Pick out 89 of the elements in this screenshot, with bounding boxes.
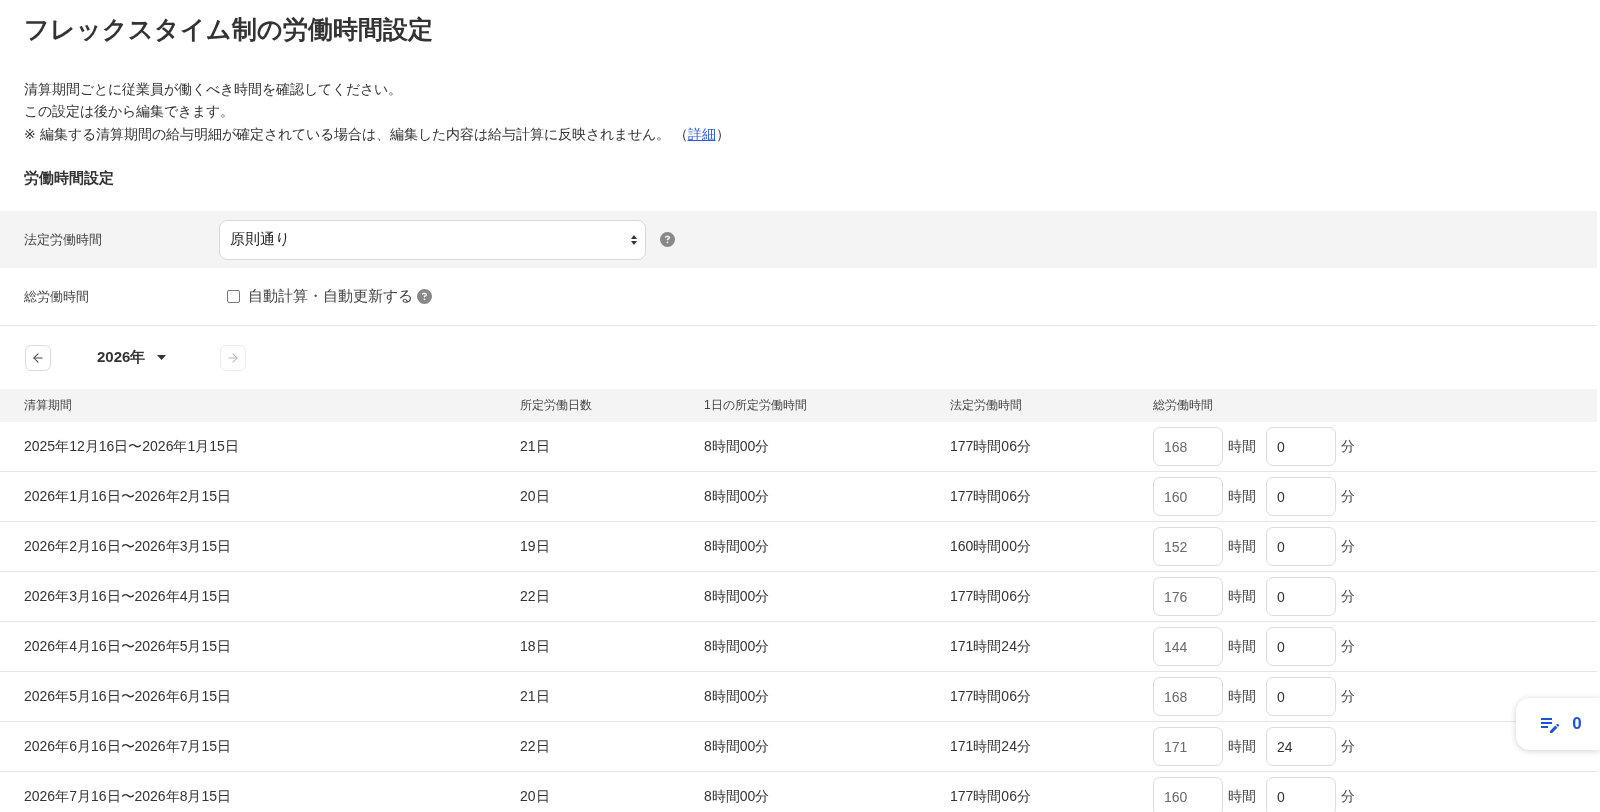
table-cell-text: 8時間00分 — [704, 537, 771, 556]
up-down-caret-icon — [631, 234, 637, 245]
table-cell-text: 2026年1月16日〜2026年2月15日 — [24, 487, 232, 506]
unit-label: 時間 — [1228, 437, 1256, 456]
column-header: 総労働時間 — [1153, 397, 1214, 414]
previous-year-button[interactable] — [25, 344, 51, 371]
table-cell-text: 171時間24分 — [950, 637, 1032, 656]
unit-label: 時間 — [1228, 537, 1256, 556]
table-cell-text: 2026年7月16日〜2026年8月15日 — [24, 787, 232, 806]
minutes-input[interactable]: 0 — [1266, 427, 1336, 466]
unit-label: 分 — [1341, 587, 1355, 606]
unit-label: 時間 — [1228, 487, 1256, 506]
minutes-input[interactable]: 0 — [1266, 477, 1336, 516]
table-cell-text: 2026年6月16日〜2026年7月15日 — [24, 737, 232, 756]
table-cell-text: 177時間06分 — [950, 787, 1032, 806]
help-icon[interactable] — [660, 232, 675, 247]
year-dropdown[interactable]: 2026年 — [95, 348, 169, 367]
minutes-input[interactable]: 24 — [1266, 727, 1336, 766]
column-header: 1日の所定労働時間 — [704, 397, 808, 414]
table-cell-text: 2026年5月16日〜2026年6月15日 — [24, 687, 232, 706]
unit-label: 分 — [1341, 687, 1355, 706]
section-heading: 労働時間設定 — [24, 168, 115, 188]
setting-label: 法定労働時間 — [24, 230, 103, 249]
hours-input[interactable]: 168 — [1153, 677, 1223, 716]
description-text: 清算期間ごとに従業員が働くべき時間を確認してください。 — [24, 80, 403, 99]
setting-label: 総労働時間 — [24, 287, 90, 306]
table-cell-text: 21日 — [520, 437, 551, 456]
table-cell-text: 19日 — [520, 537, 551, 556]
unit-label: 時間 — [1228, 787, 1256, 806]
table-cell-text: 177時間06分 — [950, 487, 1032, 506]
help-icon[interactable] — [417, 289, 432, 304]
minutes-input[interactable]: 0 — [1266, 627, 1336, 666]
table-cell-text: 18日 — [520, 637, 551, 656]
hours-input[interactable]: 176 — [1153, 577, 1223, 616]
column-header: 清算期間 — [24, 397, 73, 414]
table-cell-text: 177時間06分 — [950, 687, 1032, 706]
column-header: 法定労働時間 — [950, 397, 1023, 414]
checkbox-label[interactable]: 自動計算・自動更新する — [248, 287, 413, 306]
table-cell-text: 8時間00分 — [704, 487, 771, 506]
hours-input[interactable]: 152 — [1153, 527, 1223, 566]
table-cell-text: 171時間24分 — [950, 737, 1032, 756]
edit-count-button[interactable]: 0 — [1516, 698, 1600, 750]
unit-label: 分 — [1341, 437, 1355, 456]
table-cell-text: 2026年4月16日〜2026年5月15日 — [24, 637, 232, 656]
table-cell-text: 8時間00分 — [704, 687, 771, 706]
unit-label: 分 — [1341, 637, 1355, 656]
unit-label: 分 — [1341, 487, 1355, 506]
checkbox[interactable] — [227, 290, 240, 303]
table-cell-text: 2026年2月16日〜2026年3月15日 — [24, 537, 232, 556]
table-cell-text: 8時間00分 — [704, 587, 771, 606]
table-cell-text: 21日 — [520, 687, 551, 706]
unit-label: 分 — [1341, 787, 1355, 806]
minutes-input[interactable]: 0 — [1266, 577, 1336, 616]
hours-input[interactable]: 160 — [1153, 777, 1223, 812]
table-cell-text: 20日 — [520, 787, 551, 806]
unit-label: 時間 — [1228, 687, 1256, 706]
hours-input[interactable]: 168 — [1153, 427, 1223, 466]
table-cell-text: 22日 — [520, 737, 551, 756]
table-cell-text: 177時間06分 — [950, 437, 1032, 456]
unit-label: 分 — [1341, 737, 1355, 756]
minutes-input[interactable]: 0 — [1266, 677, 1336, 716]
table-cell-text: 2025年12月16日〜2026年1月15日 — [24, 437, 240, 456]
table-cell-text: 8時間00分 — [704, 637, 771, 656]
caret-icon — [157, 355, 167, 360]
hours-input[interactable]: 160 — [1153, 477, 1223, 516]
arrow-right-icon — [226, 350, 241, 365]
table-cell-text: 20日 — [520, 487, 551, 506]
hours-input[interactable]: 171 — [1153, 727, 1223, 766]
description-text: この設定は後から編集できます。 — [24, 102, 235, 121]
unit-label: 時間 — [1228, 637, 1256, 656]
unit-label: 時間 — [1228, 587, 1256, 606]
note-text: ※ 編集する清算期間の給与明細が確定されている場合は、編集した内容は給与計算に反映されません。 （詳細） — [24, 125, 731, 144]
hours-input[interactable]: 144 — [1153, 627, 1223, 666]
arrow-left-icon — [31, 350, 45, 365]
table-cell-text: 8時間00分 — [704, 737, 771, 756]
table-cell-text: 2026年3月16日〜2026年4月15日 — [24, 587, 232, 606]
table-cell-text: 177時間06分 — [950, 587, 1032, 606]
column-header: 所定労働日数 — [520, 397, 593, 414]
minutes-input[interactable]: 0 — [1266, 777, 1336, 812]
table-cell-text: 8時間00分 — [704, 787, 771, 806]
table-cell-text: 8時間00分 — [704, 437, 771, 456]
table-cell-text: 22日 — [520, 587, 551, 606]
unit-label: 分 — [1341, 537, 1355, 556]
table-cell-text: 160時間00分 — [950, 537, 1032, 556]
select-field[interactable]: 原則通り — [219, 219, 646, 260]
detail-link[interactable]: 詳細 — [687, 126, 716, 142]
unit-label: 時間 — [1228, 737, 1256, 756]
minutes-input[interactable]: 0 — [1266, 527, 1336, 566]
page-title: フレックスタイム制の労働時間設定 — [24, 14, 434, 45]
